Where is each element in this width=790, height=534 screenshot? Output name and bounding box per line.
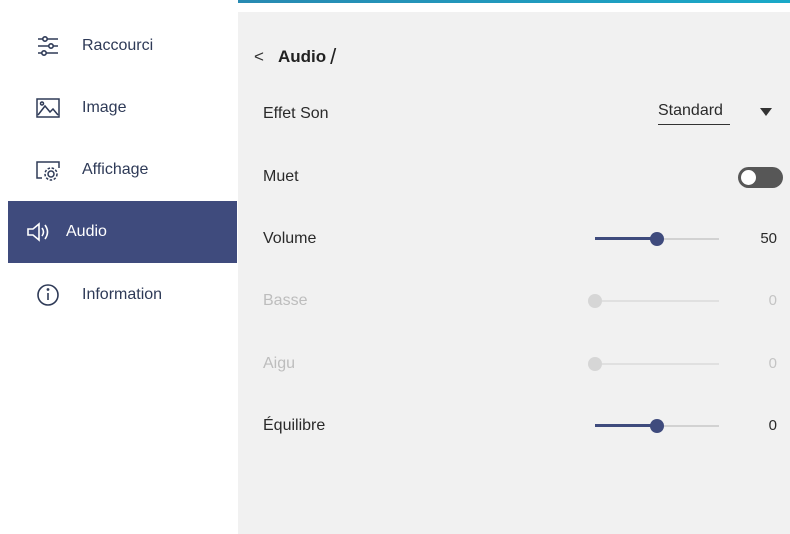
sidebar-item-label: Image [82, 99, 127, 116]
treble-label: Aigu [263, 355, 296, 372]
volume-value: 50 [760, 230, 777, 247]
sound-effect-label: Effet Son [263, 105, 329, 122]
toggle-knob [741, 170, 756, 185]
slider-thumb[interactable] [650, 419, 664, 433]
breadcrumb-separator: / [330, 44, 337, 69]
mute-label: Muet [263, 168, 299, 185]
sidebar-item-label: Audio [66, 223, 107, 240]
volume-slider[interactable] [595, 224, 719, 254]
mute-row: Muet [263, 162, 783, 192]
treble-value: 0 [768, 355, 777, 372]
slider-fill [595, 424, 657, 427]
balance-row: Équilibre 0 [263, 411, 783, 441]
balance-value: 0 [768, 417, 777, 434]
bass-value: 0 [768, 292, 777, 309]
audio-settings-panel: < Audio / Effet Son Standard Muet Volume… [238, 12, 790, 534]
display-settings-icon [34, 156, 62, 184]
slider-thumb [588, 294, 602, 308]
sidebar-item-raccourci[interactable]: Raccourci [8, 15, 237, 77]
sidebar-item-image[interactable]: Image [8, 77, 237, 139]
bass-slider [588, 286, 719, 316]
treble-slider [588, 349, 719, 379]
sound-effect-value: Standard [658, 102, 730, 125]
treble-row: Aigu 0 [263, 349, 783, 379]
back-button[interactable]: < [254, 47, 264, 67]
slider-track [595, 300, 719, 302]
sidebar-item-label: Information [82, 286, 163, 303]
slider-fill [595, 237, 657, 240]
image-icon [34, 94, 62, 122]
volume-label: Volume [263, 230, 317, 247]
sidebar: Raccourci Image Affichage Audio Informat… [8, 0, 238, 534]
sound-effect-row: Effet Son Standard [263, 99, 783, 129]
balance-slider[interactable] [595, 411, 719, 441]
sidebar-item-label: Affichage [82, 161, 149, 178]
window-left-border [0, 0, 8, 534]
volume-row: Volume 50 [263, 224, 783, 254]
sidebar-item-affichage[interactable]: Affichage [8, 139, 237, 201]
sound-effect-dropdown[interactable]: Standard [658, 99, 778, 129]
bass-label: Basse [263, 292, 308, 309]
sidebar-item-information[interactable]: Information [8, 264, 237, 326]
bass-row: Basse 0 [263, 286, 783, 316]
sliders-icon [34, 32, 62, 60]
sidebar-item-label: Raccourci [82, 37, 154, 54]
slider-track [595, 363, 719, 365]
page-title: Audio [277, 47, 327, 66]
info-icon [34, 281, 62, 309]
slider-thumb [588, 357, 602, 371]
slider-thumb[interactable] [650, 232, 664, 246]
speaker-icon [24, 218, 52, 246]
mute-toggle[interactable] [738, 167, 783, 188]
breadcrumb: < Audio / [254, 42, 336, 72]
balance-label: Équilibre [263, 417, 326, 434]
dropdown-arrow-icon [760, 108, 772, 116]
sidebar-item-audio[interactable]: Audio [8, 201, 237, 263]
